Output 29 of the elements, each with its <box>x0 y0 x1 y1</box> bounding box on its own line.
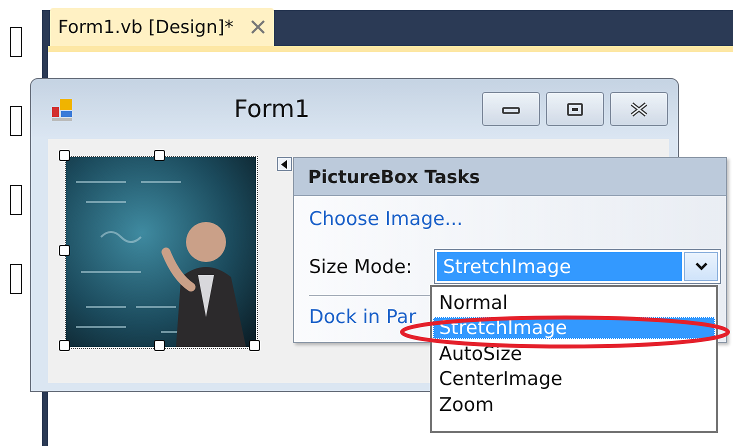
dropdown-option[interactable]: Normal <box>433 292 715 314</box>
form-title: Form1 <box>234 94 310 125</box>
document-tab[interactable]: Form1.vb [Design]* <box>50 8 274 46</box>
size-mode-label: Size Mode: <box>309 255 412 280</box>
resize-handle[interactable] <box>59 245 70 256</box>
close-button[interactable] <box>610 92 668 126</box>
missing-glyph-icon <box>10 185 22 215</box>
smart-tag-button[interactable] <box>277 157 292 171</box>
choose-image-link[interactable]: Choose Image... <box>309 205 463 234</box>
maximize-button[interactable] <box>546 92 604 126</box>
close-icon[interactable] <box>250 19 266 35</box>
dropdown-option[interactable]: CenterImage <box>433 368 715 390</box>
resize-handle[interactable] <box>154 340 165 351</box>
missing-glyph-icon <box>10 106 22 136</box>
dropdown-option[interactable]: Zoom <box>433 394 715 416</box>
missing-glyph-icon <box>10 264 22 294</box>
dropdown-option[interactable]: AutoSize <box>433 342 715 364</box>
close-icon <box>628 102 650 116</box>
chevron-down-icon <box>694 262 708 271</box>
triangle-left-icon <box>281 160 288 168</box>
maximize-icon <box>564 102 586 116</box>
missing-glyph-icon <box>10 27 22 57</box>
resize-handle[interactable] <box>59 150 70 161</box>
resize-handle[interactable] <box>154 150 165 161</box>
resize-handle[interactable] <box>249 340 260 351</box>
dock-link[interactable]: Dock in Par <box>309 303 416 332</box>
panel-title: PictureBox Tasks <box>294 158 726 196</box>
resize-handle[interactable] <box>59 340 70 351</box>
minimize-button[interactable] <box>482 92 540 126</box>
